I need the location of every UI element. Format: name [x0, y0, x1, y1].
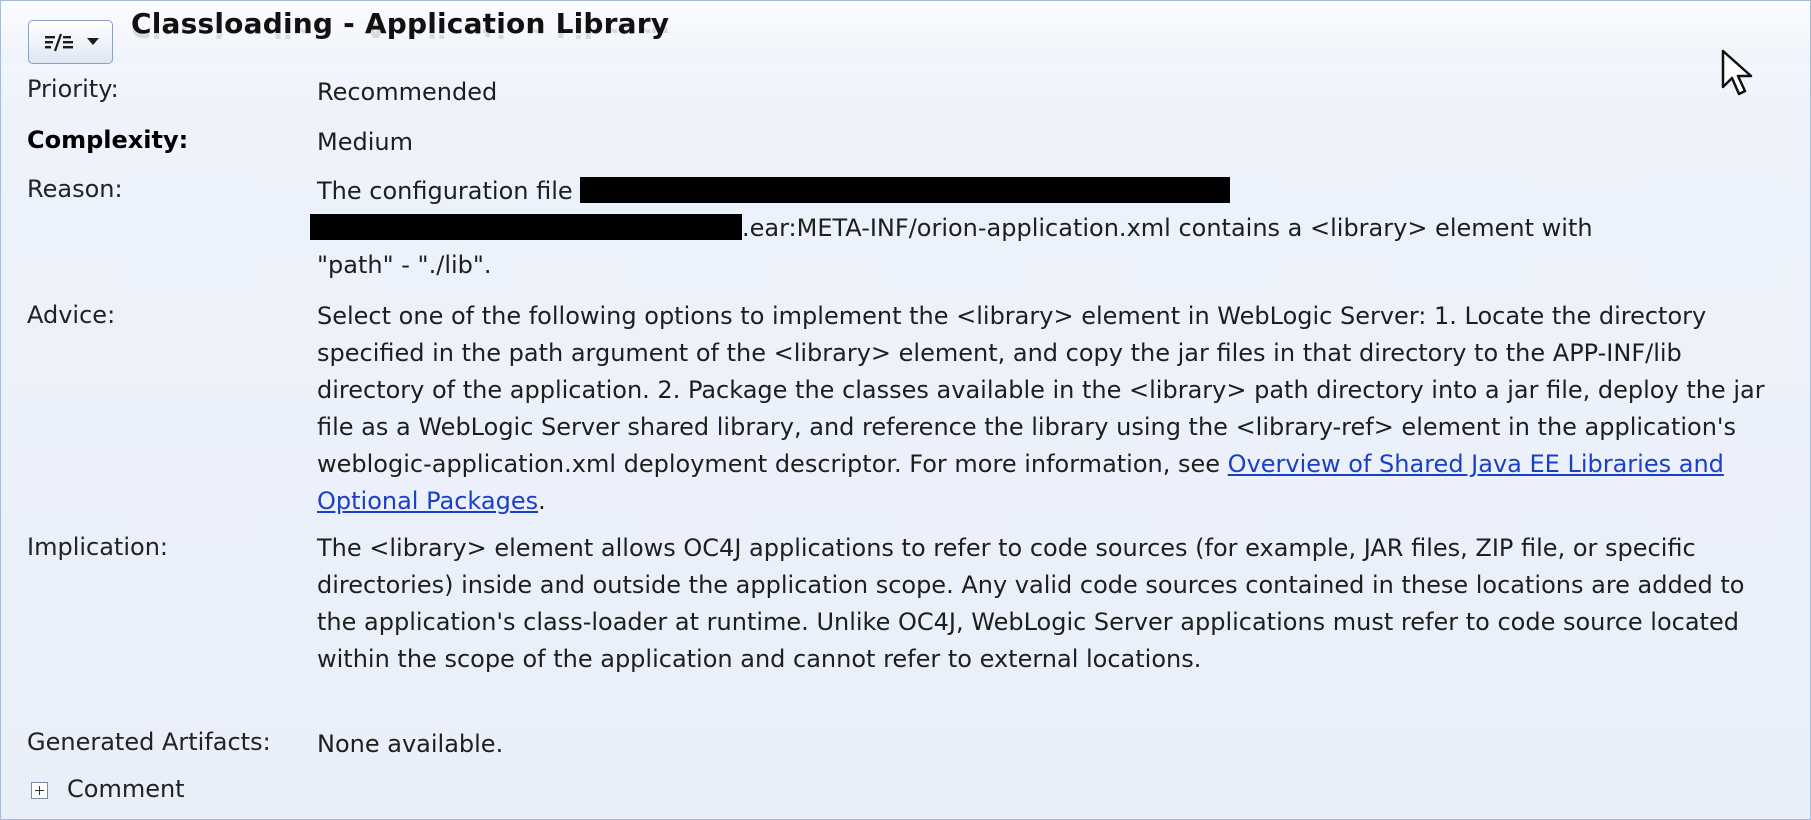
implication-value: The <library> element allows OC4J applic… [317, 534, 1745, 673]
priority-label: Priority: [27, 75, 119, 103]
advice-trailing: . [538, 487, 546, 515]
chevron-down-icon [86, 38, 99, 45]
generated-artifacts-value: None available. [317, 730, 504, 758]
generated-artifacts-label: Generated Artifacts: [27, 728, 271, 756]
reason-value: The configuration file .ear:META-INF/ori… [310, 173, 1772, 284]
comment-toggle[interactable]: Comment [67, 775, 185, 803]
view-options-button[interactable] [28, 20, 113, 64]
reason-file-suffix: .ear:META-INF/orion-application.xml cont… [742, 214, 1593, 242]
redacted-path-block [580, 177, 1231, 203]
advice-label: Advice: [27, 301, 116, 329]
redacted-filename-block [310, 214, 742, 240]
reason-prefix: The configuration file [317, 177, 573, 205]
panel-header: Classloading - Application Library Class… [1, 1, 1810, 64]
complexity-value: Medium [317, 128, 413, 156]
implication-label: Implication: [27, 533, 168, 561]
reason-label: Reason: [27, 175, 123, 203]
recommendation-panel: Classloading - Application Library Class… [0, 0, 1811, 820]
advice-value: Select one of the following options to i… [317, 298, 1772, 520]
title-reflection: Classloading - Application Library [131, 23, 670, 41]
priority-value: Recommended [317, 78, 498, 106]
expand-plus-icon[interactable] [31, 782, 48, 799]
view-options-icon [44, 33, 73, 52]
complexity-label: Complexity: [27, 126, 189, 154]
reason-path-text: "path" - "./lib". [317, 251, 492, 279]
